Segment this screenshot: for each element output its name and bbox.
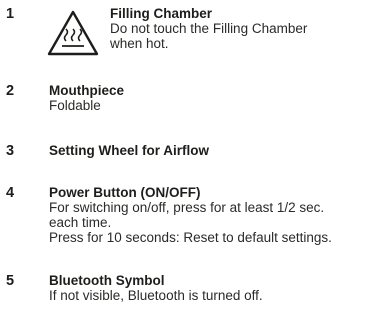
item-number: 1	[6, 6, 15, 22]
item-title: Bluetooth Symbol	[49, 273, 165, 288]
item-title: Setting Wheel for Airflow	[49, 143, 209, 158]
item-title: Filling Chamber	[110, 6, 213, 21]
item-description-line: each time.	[49, 215, 112, 230]
item-description-line: For switching on/off, press for at least…	[49, 200, 325, 215]
hot-surface-warning-icon	[47, 10, 99, 56]
item-description-line: when hot.	[110, 36, 169, 51]
list-item-filling-chamber: 1 Filling Chamber Do not touch the Filli…	[0, 6, 375, 64]
item-description-line: Do not touch the Filling Chamber	[110, 21, 308, 36]
item-description-line: Press for 10 seconds: Reset to default s…	[49, 230, 332, 245]
item-description-line: If not visible, Bluetooth is turned off.	[49, 288, 263, 303]
item-number: 3	[6, 143, 15, 159]
list-item-bluetooth-symbol: 5 Bluetooth Symbol If not visible, Bluet…	[0, 273, 375, 307]
item-title: Power Button (ON/OFF)	[49, 185, 201, 200]
item-title: Mouthpiece	[49, 83, 125, 98]
item-number: 5	[6, 273, 15, 289]
item-number: 2	[6, 83, 15, 99]
item-description-line: Foldable	[49, 98, 101, 113]
list-item-setting-wheel: 3 Setting Wheel for Airflow	[0, 143, 375, 161]
list-item-mouthpiece: 2 Mouthpiece Foldable	[0, 83, 375, 117]
list-item-power-button: 4 Power Button (ON/OFF) For switching on…	[0, 185, 375, 249]
item-number: 4	[6, 185, 15, 201]
